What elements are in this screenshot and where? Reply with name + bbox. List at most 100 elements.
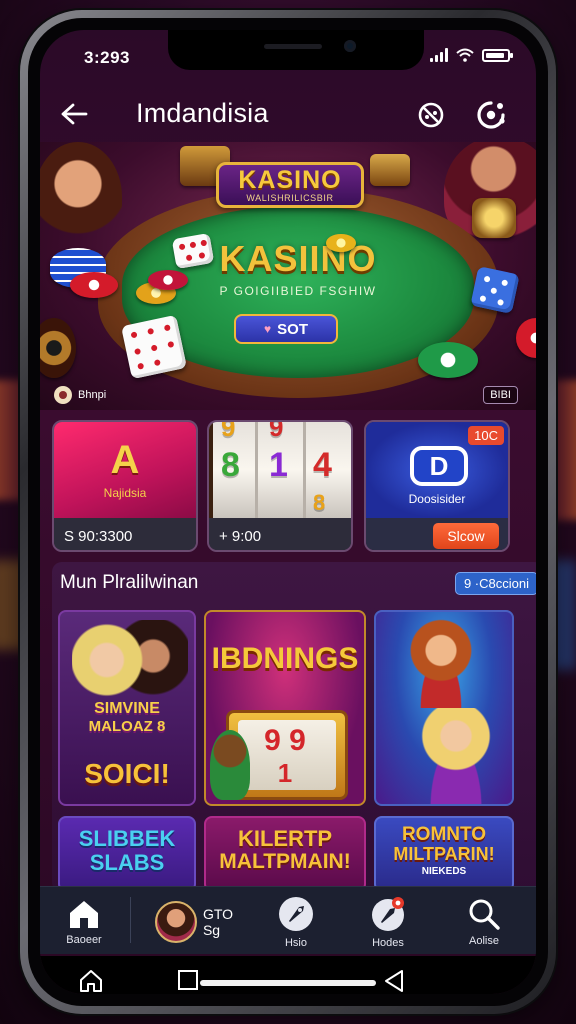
- game-controller-button[interactable]: [414, 98, 448, 132]
- rocket-icon: [279, 897, 313, 931]
- heart-icon: ♥: [264, 322, 272, 336]
- section-title: Mun Plralilwinan: [60, 572, 199, 593]
- plaque-title: KASINO: [238, 166, 342, 194]
- app-title: Imdandisia: [136, 98, 269, 128]
- game-controller-icon: [418, 102, 444, 128]
- game-tile-6[interactable]: ROMNTO MILTPARIN! NIEKEDS: [374, 816, 514, 892]
- back-arrow-icon: [61, 103, 88, 125]
- card-3-footer: Slcow: [366, 518, 508, 550]
- tile-5-line-1: KILERTP: [237, 826, 333, 851]
- tile-1-line-1: SIMVINE: [94, 700, 160, 717]
- card-3-show-button[interactable]: Slcow: [433, 523, 499, 549]
- tile-6-line-3: NIEKEDS: [421, 866, 467, 877]
- section-action-button[interactable]: 9 ·C8ccioni: [454, 572, 536, 595]
- home-icon: [70, 901, 98, 928]
- tile-5-line-2: MALTPMAIN!: [219, 850, 351, 873]
- tile-1-line-3: SOICI!: [84, 758, 170, 789]
- poker-chip-red: [70, 272, 118, 298]
- card-1-big-letter: A: [110, 438, 140, 482]
- home-indicator[interactable]: [200, 980, 376, 986]
- poker-chip-red-right: [516, 318, 536, 358]
- status-time: 3:293: [84, 48, 130, 67]
- system-recents-icon[interactable]: [176, 968, 200, 992]
- card-3-badge: 10C: [468, 426, 504, 445]
- banner-left-label: Bhnpi: [54, 386, 106, 404]
- banner-title: KASIINO: [219, 238, 377, 279]
- app-screen: 3:293 Imdandisia KASINO WALISHRILICSBIR …: [40, 30, 536, 994]
- tile-3-character-male: [406, 618, 476, 708]
- hero-banner[interactable]: KASINO WALISHRILICSBIR KASIINO P GOIGIIB…: [40, 142, 536, 410]
- tile-4-line-1: SLIBBEK: [78, 826, 176, 851]
- settings-button[interactable]: [474, 98, 508, 132]
- nav-item-search[interactable]: Aolise: [444, 893, 524, 951]
- banner-left-text: Bhnpi: [78, 389, 107, 401]
- nav-label-hodes: Hodes: [372, 937, 404, 949]
- game-tile-4[interactable]: SLIBBEK SLABS: [58, 816, 196, 892]
- nav-item-hodes[interactable]: Hodes: [348, 893, 428, 951]
- poker-chip-gold-right: [472, 198, 516, 238]
- cellular-signal-icon: [430, 48, 448, 62]
- nav-label-hsio: Hsio: [284, 937, 307, 949]
- banner-slot-button[interactable]: ♥ SOT: [234, 314, 338, 344]
- feature-card-3[interactable]: D Doosisider 10C Slcow: [364, 420, 510, 552]
- back-button[interactable]: [58, 98, 90, 130]
- phone-notch: [168, 30, 424, 70]
- card-2-footer: + 9:00: [209, 518, 351, 550]
- card-3-art: D Doosisider 10C: [366, 422, 508, 518]
- wifi-icon: [456, 48, 474, 62]
- banner-slot-button-label: SOT: [277, 320, 308, 338]
- tile-6-line-2: MILTPARIN!: [393, 844, 495, 864]
- system-back-icon[interactable]: [382, 968, 406, 994]
- rocket-badge-icon: [372, 897, 404, 931]
- drink-cup-illustration-right: [370, 154, 410, 186]
- front-camera: [344, 40, 356, 52]
- avatar: [154, 901, 197, 943]
- nav-item-hsio[interactable]: Hsio: [256, 893, 336, 951]
- tile-2-title: IBDNINGS: [211, 642, 359, 675]
- system-navigation-bar: [40, 956, 536, 994]
- battery-icon: [482, 48, 513, 62]
- phone-bezel: 3:293 Imdandisia KASINO WALISHRILICSBIR …: [28, 18, 548, 1006]
- game-tile-3[interactable]: [374, 610, 514, 806]
- games-section: Mun Plralilwinan 9 ·C8ccioni SIMVINE MAL…: [52, 562, 536, 892]
- poker-chip-roulette: [40, 318, 76, 378]
- poker-chip-small-red: [148, 270, 188, 290]
- profile-sub: Sg: [202, 922, 221, 938]
- feature-card-2[interactable]: 9 9 8 1 4 8 + 9:00: [207, 420, 353, 552]
- dice-white-large: [120, 314, 188, 380]
- game-tile-5[interactable]: KILERTP MALTPMAIN!: [204, 816, 366, 892]
- reel-symbol-2: 1: [269, 446, 288, 484]
- reel-symbol-1: 8: [221, 446, 240, 484]
- tile-4-line-2: SLABS: [89, 850, 165, 875]
- card-1-footer: S 90:3300: [54, 518, 196, 550]
- tile-3-character-female: [416, 708, 496, 804]
- reel-symbol-3: 4: [313, 446, 332, 484]
- nav-item-home[interactable]: Baoeer: [44, 893, 124, 951]
- feature-card-1[interactable]: A Najidsia S 90:3300: [52, 420, 198, 552]
- profile-name: GTO: [202, 906, 234, 922]
- tile-6-line-1: ROMNTO: [401, 824, 487, 845]
- game-tile-2[interactable]: IBDNINGS 9 9 1: [204, 610, 366, 806]
- tile-1-line-2: MALOAZ 8: [88, 718, 166, 735]
- nav-label-home: Baoeer: [66, 934, 102, 946]
- card-3-logo: D: [410, 446, 468, 486]
- search-icon: [469, 899, 500, 930]
- chip-small-icon: [54, 386, 72, 404]
- dealer-left-illustration: [40, 142, 122, 252]
- banner-right-tag: BIBI: [483, 386, 518, 404]
- poker-chip-green: [418, 342, 478, 378]
- dice-blue: [470, 266, 520, 314]
- system-home-icon[interactable]: [78, 968, 104, 994]
- nav-label-search: Aolise: [469, 935, 499, 947]
- slot-reels-art: 9 9 8 1 4 8: [209, 422, 351, 518]
- game-tile-1[interactable]: SIMVINE MALOAZ 8 SOICI!: [58, 610, 196, 806]
- poker-chip-gold-top: [326, 234, 356, 252]
- nav-item-profile[interactable]: GTO Sg: [144, 893, 244, 951]
- nav-divider: [130, 897, 131, 943]
- card-1-art: A Najidsia: [54, 422, 196, 518]
- feature-cards: A Najidsia S 90:3300 9 9 8 1 4 8 + 9:00 …: [52, 420, 536, 552]
- bottom-navigation: Baoeer GTO Sg Hsio Hodes Aolise: [40, 886, 536, 954]
- kasino-logo-plaque: KASINO WALISHRILICSBIR: [216, 162, 364, 208]
- status-icons: [430, 48, 513, 62]
- phone-frame: 3:293 Imdandisia KASINO WALISHRILICSBIR …: [20, 10, 556, 1014]
